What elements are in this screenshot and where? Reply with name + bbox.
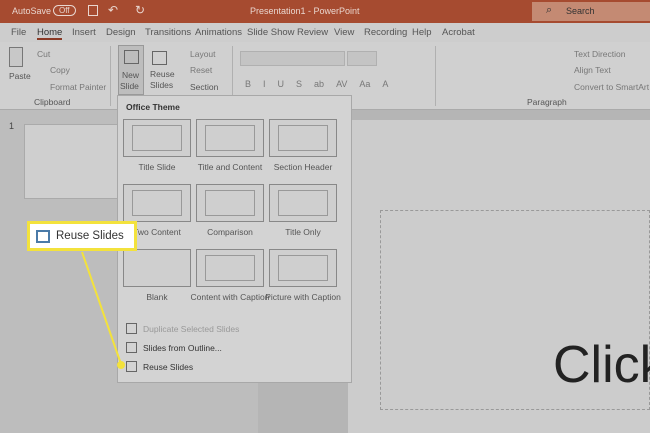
callout-leader-line — [81, 251, 125, 369]
reuse-slides-icon — [36, 229, 50, 243]
callout-label: Reuse Slides — [56, 230, 124, 242]
reuse-slides-callout: Reuse Slides — [27, 221, 137, 251]
